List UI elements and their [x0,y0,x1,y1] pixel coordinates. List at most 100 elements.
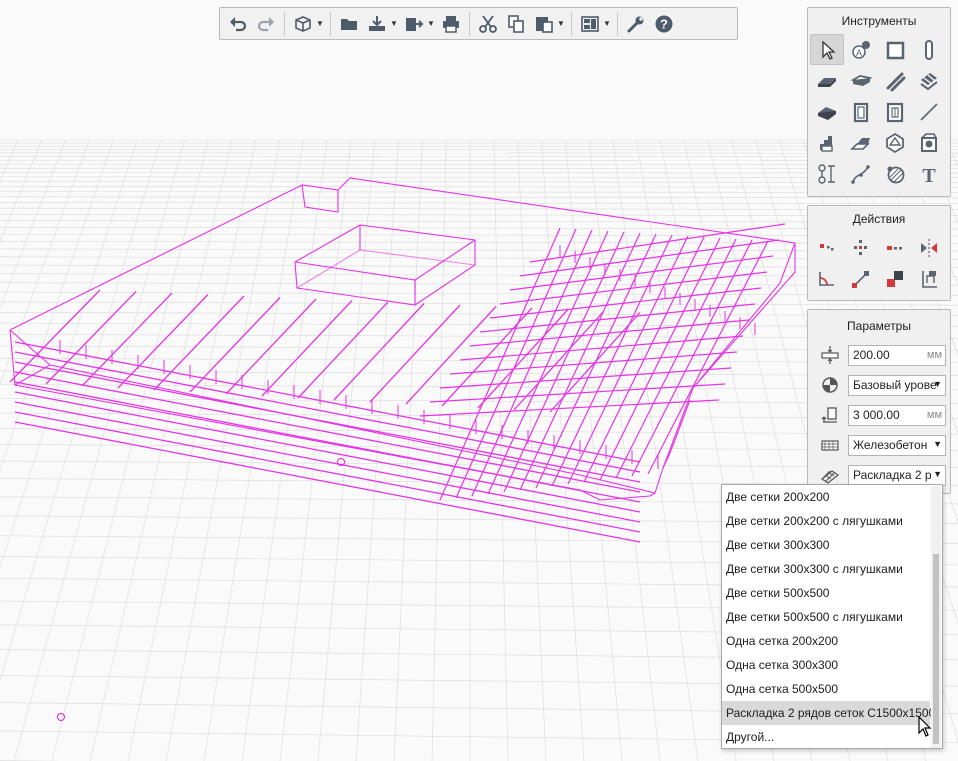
tool-railing-button[interactable] [844,127,878,158]
railing-icon [850,137,870,150]
tool-text-button[interactable]: T [912,158,946,189]
import-button[interactable]: ▼ [365,11,398,37]
params-panel: Параметры 200.00 мм Базовый урове ▼ 3 00… [807,309,951,494]
material-value: Железобетон [853,438,928,452]
elevation-input[interactable]: 3 000.00 мм [848,404,946,426]
copy-along-icon [887,245,902,250]
chevron-down-icon: ▼ [933,378,942,389]
action-offset-button[interactable] [878,263,912,294]
open-button[interactable] [337,11,361,37]
tool-select-arrow-button[interactable] [810,34,844,65]
tool-door-button[interactable] [844,96,878,127]
copy-icon [504,12,528,36]
cut-button[interactable] [476,11,500,37]
chevron-down-icon: ▼ [933,438,942,449]
tool-column-button[interactable] [912,34,946,65]
material-select[interactable]: Железобетон ▼ [848,434,946,456]
tool-object-button[interactable] [878,127,912,158]
column-icon [925,39,933,60]
tool-foundation-button[interactable] [810,96,844,127]
dropdown-option[interactable]: Одна сетка 200x200 [722,629,930,653]
stretch-icon [852,270,869,288]
camera-icon [921,132,937,152]
dropdown-option[interactable]: Одна сетка 300x300 [722,653,930,677]
chevron-down-icon: ▼ [390,19,398,28]
tool-stair-button[interactable] [810,127,844,158]
import-icon [365,12,389,36]
dropdown-option[interactable]: Другой... [722,725,930,749]
layout-icon [578,12,602,36]
scrollbar-thumb[interactable] [933,554,939,744]
tool-dimension-button[interactable] [810,158,844,189]
main-toolbar: ▼ ▼ ▼ ▼ ▼ ? [219,7,738,40]
dropdown-scrollbar[interactable] [931,486,941,748]
tool-camera-button[interactable] [912,127,946,158]
redo-button[interactable] [254,11,278,37]
elevation-value: 3 000.00 [853,408,900,422]
tool-wall-button[interactable] [878,34,912,65]
polyline-icon [851,164,870,184]
dropdown-option[interactable]: Две сетки 500x500 с лягушками [722,605,930,629]
dropdown-option[interactable]: Две сетки 300x300 с лягушками [722,557,930,581]
reinforcement-dropdown-list[interactable]: Две сетки 200x200 Две сетки 200x200 с ляг… [721,484,943,749]
tool-slab-button[interactable] [810,65,844,96]
toolbar-separator [617,11,618,36]
foundation-icon [818,106,836,120]
paste-button[interactable]: ▼ [532,11,565,37]
object-icon [886,132,904,153]
tool-line-button[interactable] [912,96,946,127]
tools-panel-title: Инструменты [841,14,917,28]
wrench-icon [624,12,648,36]
dropdown-option[interactable]: Раскладка 2 рядов сеток С1500x1500 [722,701,935,725]
svg-text:?: ? [660,16,668,31]
reinforcement-value: Раскладка 2 р [853,468,932,482]
action-array-button[interactable] [844,232,878,263]
rotate-icon [819,271,834,286]
thickness-value: 200.00 [853,348,890,362]
action-trim-button[interactable] [912,263,946,294]
toolbar-separator [571,11,572,36]
level-mark-icon: A [852,40,870,59]
action-rotate-button[interactable] [810,263,844,294]
dropdown-option[interactable]: Одна сетка 500x500 [722,677,930,701]
action-mirror-button[interactable] [912,232,946,263]
elevation-row: 3 000.00 мм [808,400,950,430]
rebar-icon [886,72,906,91]
paste-icon [532,12,556,36]
dropdown-option[interactable]: Две сетки 200x200 [722,485,930,509]
dropdown-option[interactable]: Две сетки 500x500 [722,581,930,605]
tools-grid: AT [808,32,950,189]
thickness-input[interactable]: 200.00 мм [848,344,946,366]
tool-rebar-button[interactable] [878,65,912,96]
tool-hatch-button[interactable] [878,158,912,189]
reinforcement-select[interactable]: Раскладка 2 р ▼ [848,464,946,486]
redo-icon [254,12,278,36]
base-level-select[interactable]: Базовый урове ▼ [848,374,946,396]
folder-icon [337,12,361,36]
tool-polyline-button[interactable] [844,158,878,189]
tool-beam-button[interactable] [844,65,878,96]
svg-text:A: A [856,48,862,58]
action-stretch-button[interactable] [844,263,878,294]
action-move-button[interactable] [810,232,844,263]
tool-pile-button[interactable] [912,65,946,96]
window-icon [886,102,904,122]
tool-level-mark-button[interactable]: A [844,34,878,65]
layout-button[interactable]: ▼ [578,11,611,37]
point-marker [57,713,65,721]
help-button[interactable]: ? [652,11,676,37]
print-button[interactable] [439,11,463,37]
move-icon [820,243,834,250]
view-3d-button[interactable]: ▼ [291,11,324,37]
tools-panel: Инструменты AT [807,7,951,197]
copy-button[interactable] [504,11,528,37]
settings-button[interactable] [624,11,648,37]
thickness-icon [816,344,844,366]
reinforcement-icon [816,464,844,486]
dropdown-option[interactable]: Две сетки 300x300 [722,533,930,557]
dropdown-option[interactable]: Две сетки 200x200 с лягушками [722,509,930,533]
tool-window-button[interactable] [878,96,912,127]
undo-button[interactable] [226,11,250,37]
export-button[interactable]: ▼ [402,11,435,37]
action-copy-along-button[interactable] [878,232,912,263]
